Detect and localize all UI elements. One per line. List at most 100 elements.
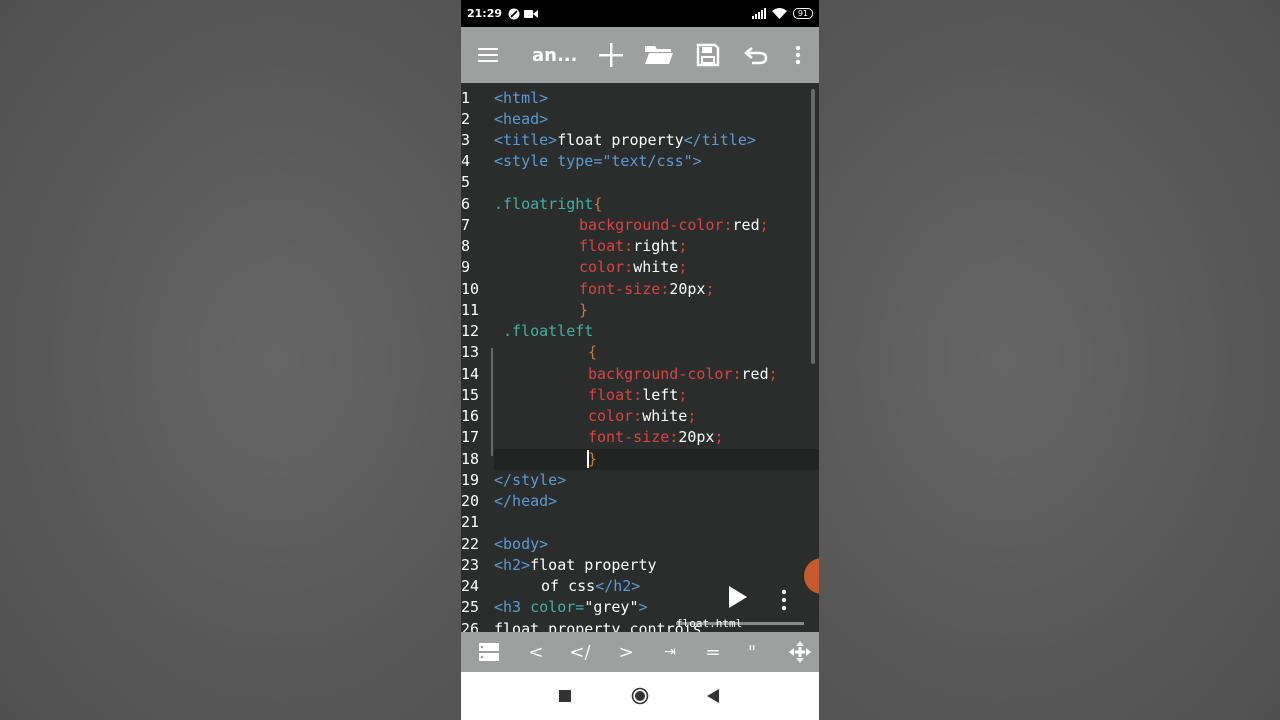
line-number: 21 [461,513,480,531]
line-number: 20 [461,492,480,510]
status-time: 21:29 [467,7,503,20]
code-token: white [633,258,679,276]
code-token: } [579,301,589,319]
code-token: ; [678,258,688,276]
code-token: "grey" [584,598,639,616]
more-options-button[interactable] [789,27,807,83]
code-token: .floatleft [503,322,594,340]
background-right [819,0,1280,720]
code-token: background-color: [588,365,742,383]
line-number: 9 [461,258,471,276]
line-number: 3 [461,131,471,149]
code-line: 11} [461,300,819,321]
code-line: 21 [461,512,819,533]
line-number: 11 [461,301,480,319]
line-number: 1 [461,89,471,107]
code-token: left [642,386,679,404]
code-editor[interactable]: 1 <html> 2 <head> 3 <title>float property</… [461,83,819,632]
line-number: 26 [461,620,480,632]
more-vertical-icon [781,589,787,611]
code-token: > [638,598,648,616]
code-token: of css [541,577,596,595]
code-line: 23 <h2>float property [461,555,819,576]
code-line: 7 background-color:red; [461,215,819,236]
key-tab[interactable]: ⇥ [659,632,681,672]
text-cursor [587,450,589,468]
folder-icon [645,46,673,64]
save-button[interactable] [695,27,721,83]
code-line: 19 </style> [461,470,819,491]
code-token: .floatright [494,195,594,213]
key-less-than[interactable]: < [525,632,547,672]
play-icon [729,586,747,608]
line-number: 13 [461,343,480,361]
line-number: 22 [461,535,480,553]
overlay-more-button[interactable] [781,589,795,615]
line-number: 23 [461,556,480,574]
code-token: ; [687,407,697,425]
app-toolbar: an... [461,27,819,83]
code-token: ; [678,386,688,404]
code-token: red [741,365,769,383]
symbol-keybar: < </ > ⇥ = " [461,632,819,672]
status-icons-right: 91 [751,8,813,19]
code-token: color: [579,258,634,276]
code-line: 4 <style type="text/css"> [461,151,819,172]
code-token: color= [530,598,585,616]
code-token: </style> [494,471,567,489]
wifi-icon [771,8,787,19]
code-token: ; [759,216,769,234]
key-move-cursor[interactable] [788,632,812,672]
code-line: 15 float:left; [461,385,819,406]
line-number: 6 [461,195,471,213]
undo-button[interactable] [743,27,769,83]
code-line: 14 background-color:red; [461,364,819,385]
code-token: { [588,343,598,361]
line-number: 14 [461,365,480,383]
open-button[interactable] [644,27,674,83]
code-token: red [732,216,760,234]
code-token: ; [714,428,724,446]
code-token: 20px [678,428,715,446]
back-button[interactable] [704,672,722,720]
recent-apps-button[interactable] [555,672,575,720]
key-panel-button[interactable] [477,632,501,672]
key-close-tag[interactable]: </ [565,632,595,672]
circle-icon [631,687,649,705]
code-token: </title> [683,131,756,149]
home-button[interactable] [629,672,651,720]
key-quote[interactable]: " [741,632,763,672]
code-line: 12 .floatleft [461,321,819,342]
code-token: ; [768,365,778,383]
line-number: 25 [461,598,480,616]
document-title: an... [532,44,578,66]
code-token: 20px [669,280,706,298]
key-equals[interactable]: = [702,632,724,672]
code-line: 25 <h3 color="grey"> [461,597,819,618]
more-vertical-icon [795,45,801,65]
code-line: 18} [461,449,819,470]
code-line: 22 <body> [461,534,819,555]
server-list-icon [479,643,499,661]
code-token: white [642,407,688,425]
line-number: 5 [461,173,471,191]
run-button[interactable] [727,584,751,614]
code-token: <h2> [494,556,531,574]
code-line: 8 float:right; [461,236,819,257]
code-token: font-size: [579,280,670,298]
code-line: 17 font-size:20px; [461,427,819,448]
code-line: 13 { [461,342,819,363]
code-token: color: [588,407,643,425]
menu-button[interactable] [475,27,501,83]
key-greater-than[interactable]: > [615,632,637,672]
code-token: </h2> [595,577,641,595]
code-token: right [633,237,679,255]
line-number: 16 [461,407,480,425]
line-number: 18 [461,450,480,468]
code-line: 20 </head> [461,491,819,512]
add-button[interactable] [597,27,625,83]
code-token: background-color: [579,216,733,234]
code-token: float property [530,556,657,574]
code-line: 2 <head> [461,109,819,130]
code-line: 16 color:white; [461,406,819,427]
